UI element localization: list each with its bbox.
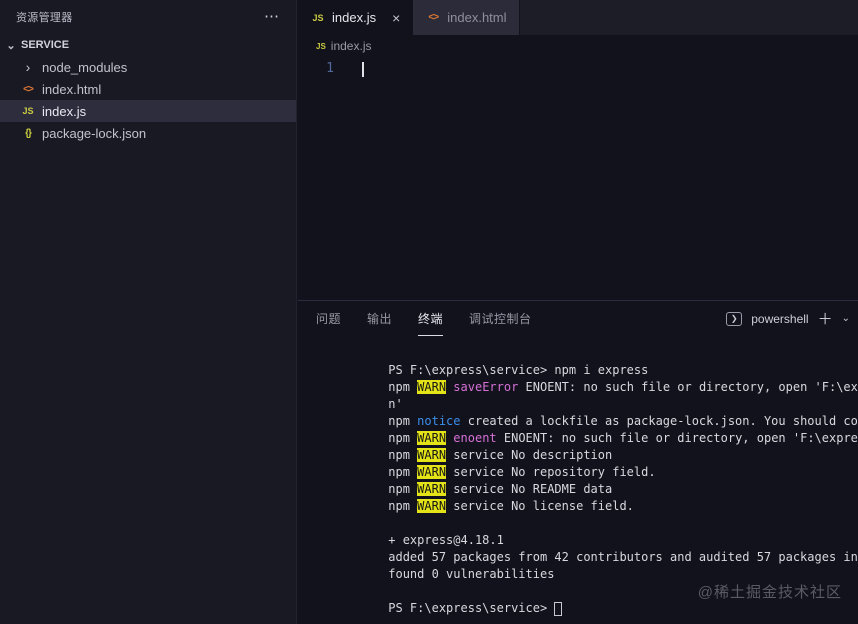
terminal-text: PS F:\express\service> npm i express	[388, 363, 649, 377]
terminal-text: added 57 packages from 42 contributors a…	[388, 550, 858, 564]
line-number: 1	[326, 61, 334, 76]
explorer-header: 资源管理器 ⋯	[0, 0, 296, 34]
terminal-cursor	[554, 601, 563, 616]
tab-index-html[interactable]: <> index.html	[413, 0, 520, 35]
file-label: index.html	[42, 81, 102, 97]
json-file-icon: {}	[25, 127, 32, 139]
chevron-right-icon: ›	[25, 59, 31, 75]
terminal-icon: ❯	[726, 311, 743, 326]
terminal-text: npm	[388, 465, 418, 479]
code-editor[interactable]: 1	[298, 57, 858, 300]
terminal-text: service No description	[446, 448, 613, 462]
editor-caret	[362, 62, 364, 77]
more-actions-icon[interactable]: ⋯	[264, 9, 280, 24]
terminal-text: npm	[388, 499, 418, 513]
terminal-text: saveError	[453, 380, 519, 394]
terminal-text: service No license field.	[446, 499, 634, 513]
editor-tabbar: JS index.js × <> index.html	[298, 0, 858, 35]
tab-terminal[interactable]: 终端	[418, 301, 444, 336]
notice-label: notice	[417, 414, 461, 428]
close-icon[interactable]: ×	[392, 10, 400, 26]
terminal-text: ENOENT: no such file or directory, open …	[525, 380, 858, 394]
terminal-dropdown-chevron[interactable]: ⌄	[842, 313, 850, 324]
sidebar-item-index-html[interactable]: <> index.html	[0, 78, 296, 100]
html-file-icon: <>	[23, 83, 34, 95]
file-label: package-lock.json	[42, 125, 147, 141]
warn-badge: WARN	[417, 448, 447, 462]
terminal-text: found 0 vulnerabilities	[388, 567, 555, 581]
panel-tabs: 问题 输出 终端 调试控制台	[316, 301, 532, 336]
js-file-icon: JS	[312, 12, 324, 23]
tab-output[interactable]: 输出	[367, 301, 392, 336]
terminal-text: + express@4.18.1	[388, 533, 504, 547]
sidebar-item-index-js[interactable]: JS index.js	[0, 100, 296, 122]
panel-header: 问题 输出 终端 调试控制台 ❯ powershell ＋ ⌄	[298, 301, 858, 336]
file-tree: › node_modules <> index.html JS index.js…	[0, 56, 296, 144]
tab-index-js[interactable]: JS index.js ×	[298, 0, 414, 35]
sidebar-item-node-modules[interactable]: › node_modules	[0, 56, 296, 78]
explorer-sidebar: 资源管理器 ⋯ ⌄ SERVICE › node_modules <> inde…	[0, 0, 297, 624]
section-service[interactable]: ⌄ SERVICE	[0, 34, 296, 56]
tab-label: index.html	[447, 10, 507, 25]
tab-label: index.js	[332, 10, 377, 25]
editor-region: JS index.js × <> index.html JS index.js …	[298, 0, 858, 624]
explorer-title: 资源管理器	[16, 12, 73, 24]
sidebar-item-package-lock-json[interactable]: {} package-lock.json	[0, 122, 296, 144]
js-file-icon: JS	[22, 106, 34, 116]
breadcrumb[interactable]: JS index.js	[298, 35, 858, 57]
terminal-text: n'	[388, 397, 403, 411]
file-label: index.js	[42, 103, 87, 119]
terminal-text: PS F:\express\service>	[388, 601, 555, 615]
warn-badge: WARN	[417, 431, 447, 445]
terminal-text: ENOENT: no such file or directory, open …	[503, 431, 858, 445]
warn-badge: WARN	[417, 499, 447, 513]
terminal-text: npm	[388, 414, 418, 428]
html-file-icon: <>	[428, 12, 439, 23]
file-label: node_modules	[42, 59, 128, 75]
warn-badge: WARN	[417, 380, 447, 394]
shell-selector[interactable]: powershell	[751, 312, 808, 326]
terminal-text: enoent	[453, 431, 497, 445]
warn-badge: WARN	[417, 482, 447, 496]
new-terminal-button[interactable]: ＋	[818, 308, 833, 329]
terminal-text: service No README data	[446, 482, 613, 496]
warn-badge: WARN	[417, 465, 447, 479]
js-file-icon: JS	[316, 41, 326, 51]
bottom-panel: 问题 输出 终端 调试控制台 ❯ powershell ＋ ⌄ PS F:\ex…	[298, 300, 858, 624]
terminal-text: created a lockfile as package-lock.json.…	[467, 414, 858, 428]
watermark: @稀土掘金技术社区	[697, 584, 842, 601]
vscode-window: 资源管理器 ⋯ ⌄ SERVICE › node_modules <> inde…	[0, 0, 858, 624]
terminal-toolbar: ❯ powershell ＋ ⌄	[726, 308, 852, 329]
terminal-text: npm	[388, 431, 418, 445]
terminal-text: npm	[388, 448, 418, 462]
tab-problems[interactable]: 问题	[316, 301, 341, 336]
terminal-line: + express@4.18.1	[316, 515, 858, 547]
terminal-text: service No repository field.	[446, 465, 656, 479]
terminal-text: npm	[388, 482, 418, 496]
tab-debug-console[interactable]: 调试控制台	[469, 301, 532, 336]
terminal-text: npm	[388, 380, 418, 394]
breadcrumb-label: index.js	[330, 39, 372, 53]
chevron-down-icon: ⌄	[6, 39, 16, 52]
section-label: SERVICE	[21, 39, 70, 51]
terminal-line: PS F:\express\service> npm i express	[316, 345, 858, 377]
